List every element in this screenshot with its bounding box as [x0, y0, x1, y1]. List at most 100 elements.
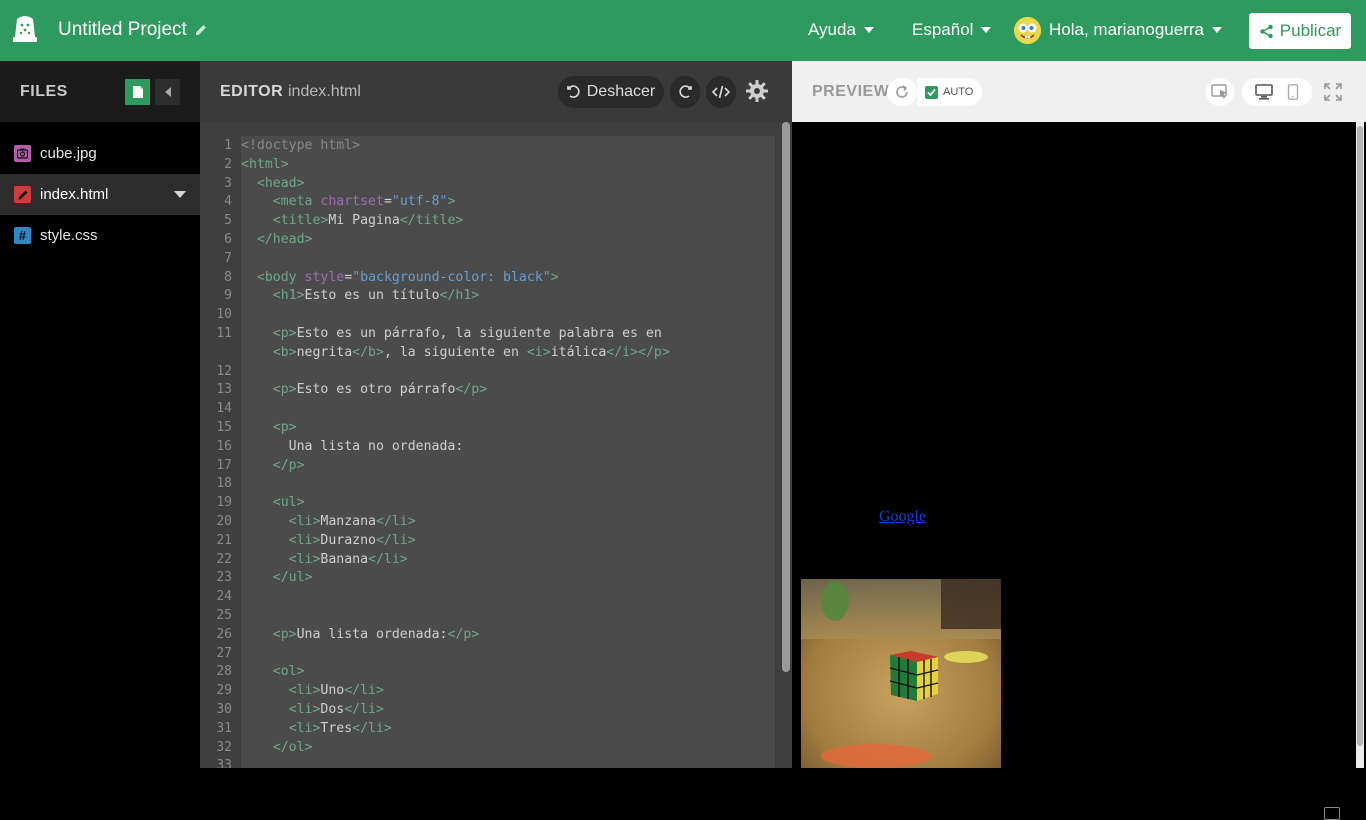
- code-line-text: </p>: [272, 457, 305, 473]
- redo-icon: [679, 85, 692, 98]
- redo-button[interactable]: [670, 76, 700, 108]
- edit-title-pencil-icon[interactable]: [194, 23, 208, 37]
- refresh-icon: [896, 85, 908, 98]
- language-menu-label: Español: [912, 20, 974, 39]
- code-line-text: <meta chartset="utf-8">: [272, 194, 456, 210]
- line-number: 9: [224, 288, 232, 304]
- code-snippets-button[interactable]: [706, 76, 736, 108]
- line-number: 4: [224, 194, 232, 210]
- line-number: 23: [216, 570, 232, 586]
- line-number: 29: [216, 683, 232, 699]
- line-number: 15: [216, 420, 232, 435]
- user-menu[interactable]: Hola, marianoguerra: [1049, 20, 1222, 40]
- help-menu[interactable]: Ayuda: [808, 20, 874, 40]
- line-number: 6: [224, 232, 232, 247]
- html-pencil-icon: [14, 186, 31, 203]
- editor-panel: EDITOR index.html Deshacer 1 <!doctype h…: [200, 61, 792, 768]
- file-item-cube-jpg[interactable]: cube.jpg: [0, 133, 200, 174]
- code-line-text: <p>Esto es un párrafo, la siguiente pala…: [272, 326, 662, 341]
- console-icon[interactable]: [1324, 807, 1340, 820]
- editor-filename: index.html: [288, 83, 361, 100]
- file-item-label: cube.jpg: [40, 145, 97, 162]
- refresh-button[interactable]: [887, 78, 917, 106]
- files-title: FILES: [20, 83, 68, 100]
- share-icon: [1260, 24, 1273, 38]
- line-number: 27: [216, 645, 232, 661]
- desktop-icon[interactable]: [1255, 84, 1273, 100]
- chevron-left-icon: [164, 87, 171, 97]
- new-file-icon: [132, 86, 143, 98]
- line-number: 16: [216, 438, 232, 454]
- editor-header: EDITOR index.html Deshacer: [200, 61, 792, 122]
- line-number: 22: [216, 551, 232, 567]
- line-number: 1: [224, 138, 232, 153]
- line-number: 14: [216, 401, 232, 417]
- line-number: 2: [224, 156, 232, 172]
- undo-button[interactable]: Deshacer: [558, 76, 664, 108]
- avatar[interactable]: [1014, 17, 1041, 44]
- code-line-text: <title>Mi Pagina</title>: [272, 213, 464, 229]
- preview-title: PREVIEW: [812, 83, 890, 100]
- line-number: 18: [216, 476, 232, 492]
- line-number: 25: [216, 608, 232, 623]
- code-line-text: <head>: [256, 175, 305, 191]
- mobile-icon[interactable]: [1287, 84, 1299, 100]
- file-item-index-html[interactable]: index.html: [0, 174, 200, 215]
- line-number: 8: [224, 269, 232, 285]
- preview-google-link[interactable]: Google: [879, 508, 926, 526]
- line-number: 30: [216, 702, 232, 717]
- code-line-text: <b>negrita</b>, la siguiente en <i>itáli…: [272, 344, 670, 360]
- code-line-text: <ol>: [272, 664, 305, 680]
- code-line-text: <li>Banana</li>: [288, 551, 408, 567]
- line-number: 28: [216, 664, 232, 680]
- code-line-text: </ul>: [272, 570, 313, 586]
- new-file-button[interactable]: [125, 79, 150, 105]
- line-number: 26: [216, 626, 232, 642]
- thimble-logo-icon[interactable]: [12, 15, 38, 45]
- code-line-text: <li>Tres</li>: [288, 720, 392, 736]
- image-icon: [14, 145, 31, 162]
- preview-frame[interactable]: Google: [792, 122, 1366, 820]
- files-header: FILES: [0, 61, 200, 122]
- fullscreen-icon[interactable]: [1323, 82, 1343, 102]
- inspector-button[interactable]: [1206, 78, 1234, 106]
- code-line-text: <li>Uno</li>: [288, 683, 384, 699]
- line-number: 7: [224, 250, 232, 266]
- line-number: 19: [216, 495, 232, 511]
- auto-label: AUTO: [943, 86, 974, 98]
- code-line-text: Una lista no ordenada:: [241, 438, 464, 454]
- line-number: 33: [216, 758, 232, 768]
- preview-cube-image: [801, 579, 1001, 768]
- editor-title: EDITOR: [220, 83, 284, 100]
- undo-icon: [566, 85, 580, 98]
- language-menu[interactable]: Español: [912, 20, 992, 40]
- publish-button[interactable]: Publicar: [1249, 13, 1351, 49]
- line-number: 31: [216, 720, 232, 736]
- preview-header: PREVIEW AUTO: [792, 61, 1366, 122]
- inspect-cursor-icon: [1211, 84, 1227, 99]
- checkbox-checked-icon[interactable]: [925, 85, 938, 99]
- code-line-text: </ol>: [272, 739, 313, 755]
- code-line-text: <li>Durazno</li>: [288, 532, 416, 548]
- chevron-down-icon: [863, 27, 874, 33]
- user-greeting: Hola, marianoguerra: [1049, 20, 1204, 39]
- editor-scrollbar[interactable]: [782, 122, 790, 672]
- file-item-style-css[interactable]: # style.css: [0, 215, 200, 256]
- preview-scrollbar[interactable]: [1356, 122, 1364, 768]
- line-number: 11: [216, 326, 232, 341]
- code-line-text: <h1>Esto es un título</h1>: [272, 288, 480, 304]
- file-options-dropdown-icon[interactable]: [174, 191, 186, 198]
- line-number: 13: [216, 382, 232, 398]
- files-panel: FILES cube.jpg index.html # style.css: [0, 61, 200, 768]
- auto-refresh-toggle[interactable]: AUTO: [917, 78, 982, 106]
- code-line-text: <li>Manzana</li>: [288, 514, 416, 529]
- code-line-text: <ul>: [272, 495, 305, 511]
- preview-panel: PREVIEW AUTO Google: [792, 61, 1366, 820]
- gear-icon[interactable]: [745, 79, 769, 103]
- device-toggle: [1242, 78, 1312, 106]
- project-title[interactable]: Untitled Project: [58, 19, 187, 41]
- code-line-text: </head>: [256, 232, 313, 247]
- code-editor[interactable]: 1 <!doctype html> 2 <html> 3 <head> 4 <meta c…: [200, 122, 792, 768]
- line-number: 21: [216, 532, 232, 548]
- collapse-sidebar-button[interactable]: [155, 79, 180, 105]
